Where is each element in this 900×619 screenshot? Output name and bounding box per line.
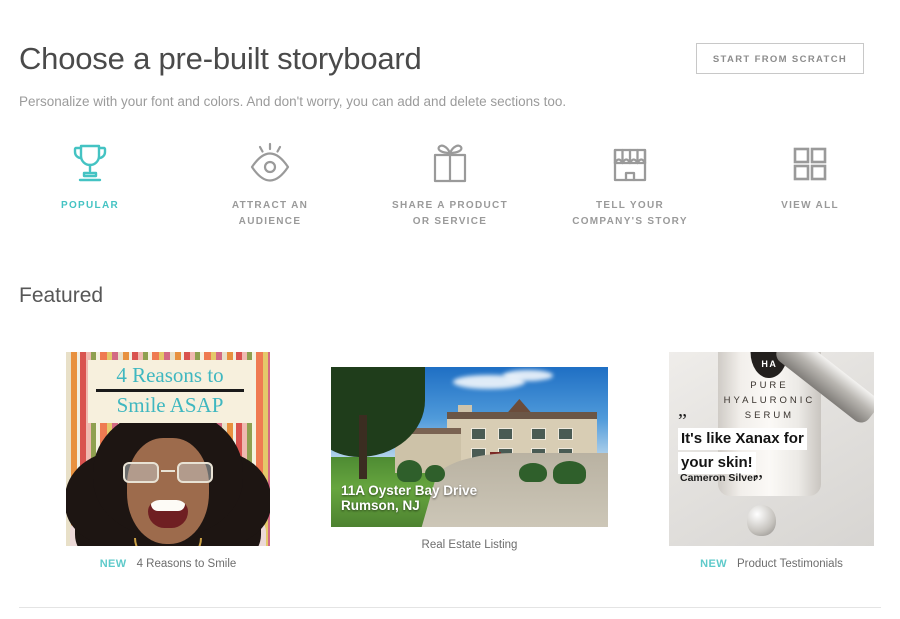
template-thumbnail-real-estate-listing[interactable]: 11A Oyster Bay Drive Rumson, NJ	[331, 367, 608, 527]
quote-open-icon: ”	[678, 410, 687, 433]
featured-card-grid: 4 Reasons to Smile ASAP NEW 4 Reasons to …	[0, 345, 900, 590]
thumbnail-title-line-1: 4 Reasons to	[116, 363, 224, 387]
address-line-2: Rumson, NJ	[341, 498, 420, 513]
person-glasses	[120, 462, 216, 484]
category-tab-share-a-product-or-service[interactable]: SHARE A PRODUCT OR SERVICE	[360, 140, 540, 255]
person-smile	[148, 500, 188, 528]
template-thumbnail-4-reasons-to-smile[interactable]: 4 Reasons to Smile ASAP	[66, 352, 270, 546]
quote-line-1: It's like Xanax for	[678, 428, 807, 451]
storefront-icon	[610, 140, 650, 184]
category-label-attract-an-audience: ATTRACT AN AUDIENCE	[231, 200, 309, 227]
hedge-shrub	[397, 459, 423, 483]
thumbnail-title-line-2: Smile ASAP	[116, 393, 224, 417]
person-necklace	[134, 538, 202, 546]
page-subtitle: Personalize with your font and colors. A…	[19, 94, 567, 109]
category-label-view-all: VIEW ALL	[781, 200, 839, 211]
hedge-shrub	[519, 463, 548, 483]
person-face	[127, 438, 209, 544]
bottle-label-line-2: HYALURONIC	[723, 394, 816, 406]
template-card-real-estate-listing[interactable]: 11A Oyster Bay Drive Rumson, NJ Real Est…	[331, 367, 608, 553]
address-line-1: 11A Oyster Bay Drive	[341, 483, 478, 498]
template-card-product-testimonials[interactable]: HA PURE HYALURONIC SERUM ” It's like Xan…	[669, 352, 874, 572]
category-tab-view-all[interactable]: VIEW ALL	[720, 140, 900, 255]
page-header: Choose a pre-built storyboard Personaliz…	[0, 0, 900, 130]
quote-close-icon: ”	[754, 471, 763, 494]
quote-line-2: your skin!	[678, 452, 756, 475]
quote-attribution: Cameron Silver	[680, 472, 758, 485]
tree-trunk	[358, 415, 367, 479]
card-title: 4 Reasons to Smile	[136, 558, 237, 570]
card-caption: Real Estate Listing	[331, 538, 608, 553]
thumbnail-title-rule	[96, 389, 244, 392]
trophy-icon	[70, 140, 110, 184]
card-title: Real Estate Listing	[421, 539, 518, 551]
template-thumbnail-product-testimonials[interactable]: HA PURE HYALURONIC SERUM ” It's like Xan…	[669, 352, 874, 546]
start-from-scratch-button[interactable]: START FROM SCRATCH	[696, 43, 864, 74]
card-caption: NEW 4 Reasons to Smile	[66, 557, 270, 572]
status-badge-new: NEW	[700, 558, 727, 570]
hedge-shrub	[552, 461, 586, 484]
grid-icon	[790, 140, 830, 184]
gift-icon	[429, 140, 471, 184]
bottom-divider	[19, 607, 881, 608]
category-tab-tell-your-companys-story[interactable]: TELL YOUR COMPANY'S STORY	[540, 140, 720, 255]
category-label-popular: POPULAR	[61, 200, 119, 211]
status-badge-new: NEW	[99, 558, 127, 570]
category-label-tell-your-companys-story: TELL YOUR COMPANY'S STORY	[572, 200, 688, 227]
thumbnail-address-overlay: 11A Oyster Bay Drive Rumson, NJ	[341, 483, 477, 513]
category-tab-attract-an-audience[interactable]: ATTRACT AN AUDIENCE	[180, 140, 360, 255]
category-tab-bar: POPULAR ATTRACT AN AUDIENCE SHARE A PROD…	[0, 140, 900, 255]
hedge-shrub	[425, 464, 445, 483]
card-caption: NEW Product Testimonials	[669, 557, 874, 572]
category-label-share-a-product-or-service: SHARE A PRODUCT OR SERVICE	[392, 200, 508, 227]
category-tab-popular[interactable]: POPULAR	[0, 140, 180, 255]
thumbnail-title-banner: 4 Reasons to Smile ASAP	[88, 360, 252, 423]
featured-heading: Featured	[19, 284, 104, 307]
eye-icon	[247, 140, 293, 184]
dropper-tip	[746, 505, 776, 537]
page-title: Choose a pre-built storyboard	[19, 41, 422, 76]
template-card-4-reasons-to-smile[interactable]: 4 Reasons to Smile ASAP NEW 4 Reasons to …	[66, 352, 270, 572]
card-title: Product Testimonials	[736, 558, 843, 570]
